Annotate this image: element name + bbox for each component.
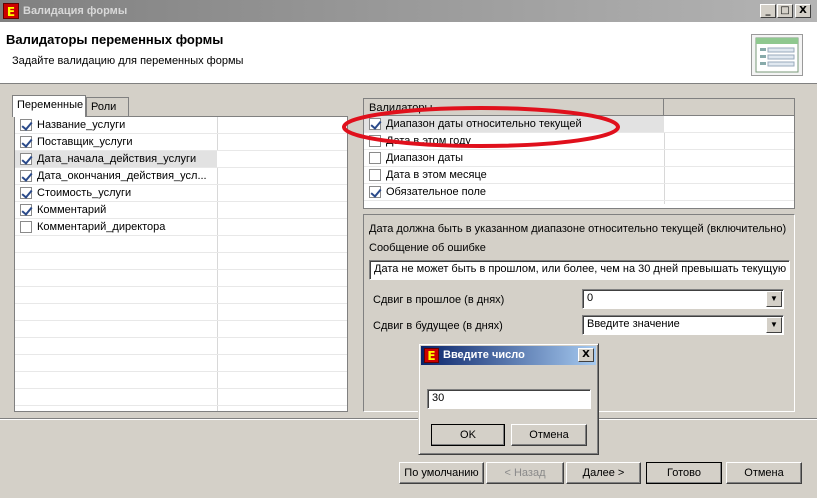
table-row[interactable]: Обязательное поле bbox=[364, 184, 794, 201]
back-button[interactable]: < Назад bbox=[486, 462, 564, 484]
app-icon: E bbox=[424, 348, 439, 363]
next-button[interactable]: Далее > bbox=[566, 462, 641, 484]
empty-row bbox=[15, 372, 347, 389]
future-shift-label: Сдвиг в будущее (в днях) bbox=[373, 320, 503, 332]
checkbox[interactable] bbox=[369, 169, 381, 181]
footer-separator bbox=[0, 418, 817, 420]
past-shift-value: 0 bbox=[587, 292, 594, 304]
empty-row bbox=[15, 355, 347, 372]
chevron-down-icon[interactable]: ▼ bbox=[766, 317, 782, 333]
error-message-input[interactable]: Дата не может быть в прошлом, или более,… bbox=[369, 260, 790, 280]
chevron-down-icon[interactable]: ▼ bbox=[766, 291, 782, 307]
form-validation-icon bbox=[751, 34, 803, 76]
dialog-title: Введите число bbox=[443, 349, 525, 361]
empty-row bbox=[15, 321, 347, 338]
dialog-close-button[interactable]: X bbox=[578, 348, 594, 362]
list-item-label: Дата_окончания_действия_усл... bbox=[37, 170, 207, 182]
checkbox[interactable] bbox=[20, 221, 32, 233]
future-shift-select[interactable]: Введите значение ▼ bbox=[582, 315, 784, 335]
checkbox[interactable] bbox=[20, 153, 32, 165]
empty-row bbox=[15, 304, 347, 321]
tab-roles[interactable]: Роли bbox=[86, 97, 129, 117]
past-shift-select[interactable]: 0 ▼ bbox=[582, 289, 784, 309]
checkbox[interactable] bbox=[369, 152, 381, 164]
close-button[interactable]: X bbox=[795, 4, 811, 18]
list-item[interactable]: Дата_окончания_действия_усл... bbox=[15, 168, 347, 185]
window-title-bar[interactable]: E Валидация формы _ □ X bbox=[0, 0, 817, 22]
tab-variables-label: Переменные bbox=[17, 99, 84, 111]
app-icon: E bbox=[3, 3, 19, 19]
list-item[interactable]: Комментарий bbox=[15, 202, 347, 219]
ok-button[interactable]: OK bbox=[431, 424, 505, 446]
empty-row bbox=[15, 287, 347, 304]
dialog-title-bar[interactable]: E Введите число X bbox=[421, 346, 596, 365]
dialog-cancel-button[interactable]: Отмена bbox=[511, 424, 587, 446]
minimize-button[interactable]: _ bbox=[760, 4, 776, 18]
list-item-label: Поставщик_услуги bbox=[37, 136, 133, 148]
validator-label: Диапазон даты bbox=[386, 152, 464, 164]
window-title: Валидация формы bbox=[23, 5, 128, 17]
list-item-label: Стоимость_услуги bbox=[37, 187, 132, 199]
list-item[interactable]: Стоимость_услуги bbox=[15, 185, 347, 202]
empty-row bbox=[15, 389, 347, 406]
list-item-label: Комментарий bbox=[37, 204, 107, 216]
table-row[interactable]: Дата в этом месяце bbox=[364, 167, 794, 184]
list-item-label: Название_услуги bbox=[37, 119, 126, 131]
checkbox[interactable] bbox=[20, 170, 32, 182]
empty-row bbox=[15, 270, 347, 287]
cancel-button[interactable]: Отмена bbox=[726, 462, 802, 484]
variables-list[interactable]: Название_услуги Поставщик_услуги Дата_на… bbox=[14, 116, 348, 412]
checkbox[interactable] bbox=[20, 119, 32, 131]
highlight-ellipse bbox=[342, 106, 620, 148]
checkbox[interactable] bbox=[20, 204, 32, 216]
checkbox[interactable] bbox=[369, 186, 381, 198]
table-row[interactable]: Диапазон даты bbox=[364, 150, 794, 167]
list-item-label: Комментарий_директора bbox=[37, 221, 166, 233]
number-input-dialog: E Введите число X 30 OK Отмена bbox=[418, 343, 599, 455]
list-item[interactable]: Комментарий_директора bbox=[15, 219, 347, 236]
page-title: Валидаторы переменных формы bbox=[6, 32, 224, 47]
list-item[interactable]: Дата_начала_действия_услуги bbox=[15, 151, 347, 168]
page-subtitle: Задайте валидацию для переменных формы bbox=[12, 55, 244, 67]
validator-description: Дата должна быть в указанном диапазоне о… bbox=[369, 223, 787, 235]
error-message-label: Сообщение об ошибке bbox=[369, 242, 486, 254]
empty-row bbox=[15, 236, 347, 253]
future-shift-value: Введите значение bbox=[587, 318, 680, 330]
wizard-header: Валидаторы переменных формы Задайте вали… bbox=[0, 22, 817, 84]
list-item-label: Дата_начала_действия_услуги bbox=[37, 153, 197, 165]
past-shift-label: Сдвиг в прошлое (в днях) bbox=[373, 294, 505, 306]
validator-label: Обязательное поле bbox=[386, 186, 487, 198]
finish-button[interactable]: Готово bbox=[646, 462, 722, 484]
list-item[interactable]: Поставщик_услуги bbox=[15, 134, 347, 151]
number-input[interactable]: 30 bbox=[427, 389, 591, 409]
list-item[interactable]: Название_услуги bbox=[15, 117, 347, 134]
defaults-button[interactable]: По умолчанию bbox=[399, 462, 484, 484]
tab-roles-label: Роли bbox=[91, 101, 117, 113]
checkbox[interactable] bbox=[20, 187, 32, 199]
validator-label: Дата в этом месяце bbox=[386, 169, 487, 181]
tab-variables[interactable]: Переменные bbox=[12, 95, 86, 117]
empty-row bbox=[15, 338, 347, 355]
maximize-button[interactable]: □ bbox=[777, 4, 793, 18]
empty-row bbox=[15, 253, 347, 270]
checkbox[interactable] bbox=[20, 136, 32, 148]
